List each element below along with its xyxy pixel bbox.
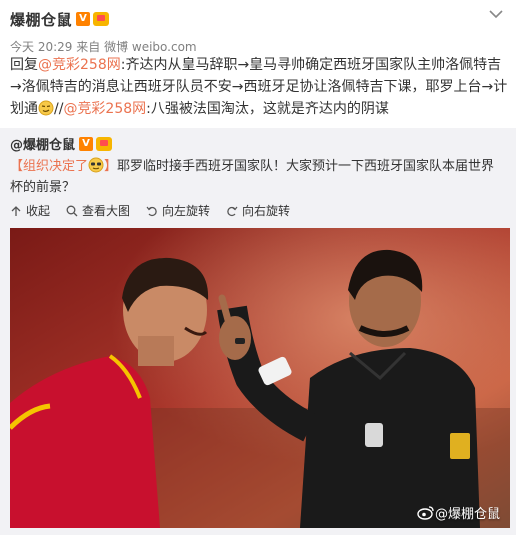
rotate-left-icon [146, 206, 157, 216]
mention-link-2[interactable]: @竞彩258网 [63, 101, 146, 117]
post-header: 爆棚仓鼠 V [10, 6, 110, 32]
verified-badge-icon: V [76, 12, 91, 26]
repost-author[interactable]: @爆棚仓鼠 [10, 134, 75, 153]
topic-tag[interactable]: 【组织决定了 [10, 159, 88, 174]
member-crown-icon [96, 136, 113, 151]
post-source[interactable]: 微博 weibo.com [104, 40, 197, 54]
rotate-left-label: 向左旋转 [162, 204, 211, 218]
smug-face-emoji-icon [38, 100, 54, 116]
photo-watermark: @爆棚仓鼠 [417, 503, 500, 522]
watermark-text: @爆棚仓鼠 [434, 507, 500, 522]
author-name[interactable]: 爆棚仓鼠 [10, 9, 72, 30]
chevron-down-icon[interactable] [486, 4, 506, 24]
member-crown-icon [93, 12, 110, 26]
collapse-button[interactable]: 收起 [10, 202, 50, 219]
view-large-label: 查看大图 [82, 204, 131, 218]
mention-link[interactable]: @竞彩258网 [38, 57, 121, 73]
sunglasses-face-emoji-icon [88, 157, 104, 173]
repost-header: @爆棚仓鼠 V [10, 134, 113, 153]
repost-text: 【组织决定了 】耶罗临时接手西班牙国家队！大家预计一下西班牙国家队本届世界杯的前景… [10, 156, 506, 198]
post-time[interactable]: 今天 20:29 [10, 40, 72, 54]
post-meta: 今天 20:29 来自 微博 weibo.com [10, 38, 197, 55]
search-icon [66, 205, 78, 216]
collapse-icon [11, 205, 21, 216]
source-prefix: 来自 [76, 40, 101, 54]
weibo-post: 爆棚仓鼠 V 今天 20:29 来自 微博 weibo.com 回复@竞彩258… [0, 0, 516, 535]
post-photo[interactable]: @爆棚仓鼠 [10, 228, 510, 528]
media-actions: 收起 查看大图 向左旋转 向右旋转 [10, 202, 306, 219]
reply-prefix: 回复 [10, 57, 38, 73]
view-large-button[interactable]: 查看大图 [66, 202, 130, 219]
repost-card: @爆棚仓鼠 V 【组织决定了 】耶罗临时接手西班牙国家队！大家预计一下西班牙国家队… [0, 128, 516, 535]
rotate-left-button[interactable]: 向左旋转 [146, 202, 210, 219]
verified-badge-icon: V [79, 136, 94, 151]
weibo-icon [417, 506, 434, 520]
collapse-label: 收起 [26, 204, 51, 218]
photo-illustration [10, 228, 510, 528]
rotate-right-icon [227, 206, 238, 216]
rotate-right-label: 向右旋转 [242, 204, 291, 218]
topic-tag-end: 】 [104, 159, 118, 174]
rotate-right-button[interactable]: 向右旋转 [226, 202, 290, 219]
post-body: 回复@竞彩258网:齐达内从皇马辞职→皇马寻帅确定西班牙国家队主帅洛佩特吉→洛佩… [10, 54, 510, 120]
post-text-2: :八强被法国淘汰，这就是齐达内的阴谋 [146, 101, 389, 117]
